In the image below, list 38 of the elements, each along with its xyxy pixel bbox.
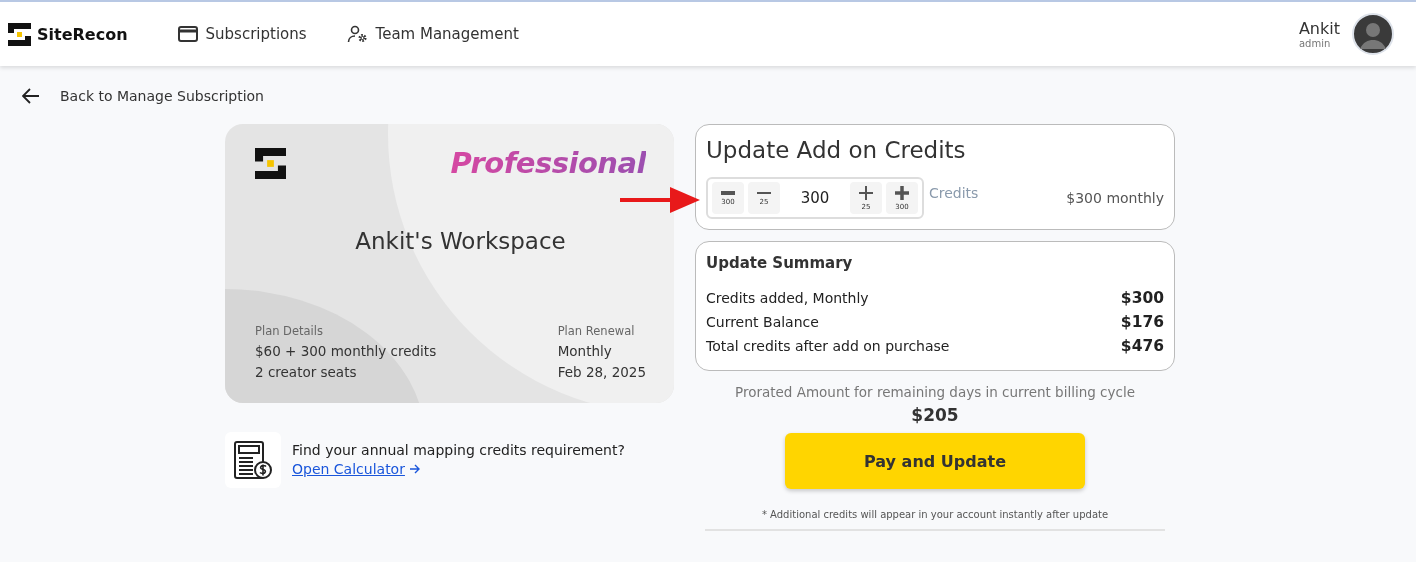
calculator-dollar-icon [234,441,272,479]
logo-text: SiteRecon [37,24,128,44]
user-gear-icon [346,25,368,43]
prorated-amount: $205 [911,405,959,425]
calculator-prompt: Find your annual mapping credits requirement? [292,442,625,458]
summary-label: Credits added, Monthly [706,289,869,308]
panel-title: Update Add on Credits [706,137,967,163]
logo-icon [8,22,31,46]
avatar-icon[interactable] [1352,13,1394,55]
prorated-label: Prorated Amount for remaining days in current billing cycle [735,384,1135,400]
plan-detail: $60 + 300 monthly credits [255,342,437,361]
user-name: Ankit [1298,19,1340,38]
monthly-price: $300 monthly [1066,190,1164,206]
summary-value: $476 [1120,336,1164,357]
plan-renewal-label: Plan Renewal [557,324,636,338]
credit-card-icon [177,26,198,42]
footnote: * Additional credits will appear in your account instantly after update [761,509,1109,520]
open-calculator-link[interactable]: Open Calculator [292,461,420,477]
nav-link[interactable]: Subscriptions [177,25,307,43]
summary-label: Current Balance [706,313,819,332]
back-link[interactable]: Back to Manage Subscription [22,88,264,104]
pay-and-update-button[interactable]: Pay and Update [785,433,1085,489]
plan-renewal: Feb 28, 2025 [557,363,646,382]
nav-link[interactable]: Team Management [346,25,519,43]
back-arrow-icon [22,88,40,104]
plan-renewal: Monthly [557,342,613,361]
logo-icon [255,147,286,179]
arrow-right-icon [408,464,420,474]
credits-unit: Credits [929,185,979,201]
user-role: admin [1298,38,1332,49]
plan-details-label: Plan Details [255,324,324,338]
workspace-name: Ankit's Workspace [354,228,567,254]
summary-value: $176 [1120,312,1164,333]
summary-title: Update Summary [706,254,854,272]
summary-value: $300 [1120,288,1164,309]
credit-value[interactable]: 300 [784,189,846,207]
summary-label: Total credits after add on purchase [706,337,950,356]
plan-detail: 2 creator seats [255,363,358,382]
